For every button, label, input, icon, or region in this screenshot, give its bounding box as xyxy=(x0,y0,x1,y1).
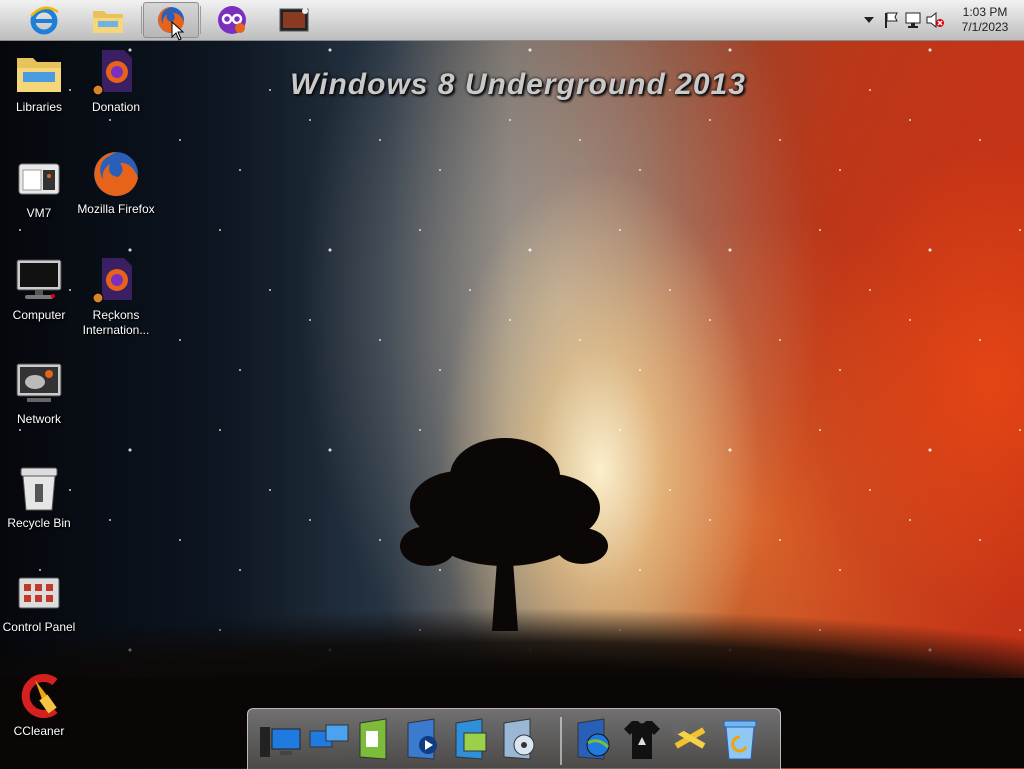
dock-separator xyxy=(560,717,562,765)
system-tray: 1:03 PM 7/1/2023 xyxy=(858,0,1024,40)
pictures-icon xyxy=(455,718,487,760)
desktop-icon-label: Reckons Internation... xyxy=(82,308,150,337)
desktop-icon-label: Donation xyxy=(91,100,141,114)
dock-music[interactable] xyxy=(402,713,446,765)
taskbar-separator xyxy=(141,6,142,34)
recycle-bin-icon xyxy=(723,720,757,760)
folder-icon xyxy=(93,11,123,33)
starfield xyxy=(0,0,1024,768)
ie-icon xyxy=(30,6,59,35)
tree-silhouette xyxy=(400,438,608,631)
network-icon[interactable] xyxy=(902,9,924,31)
mouse-cursor-icon xyxy=(171,21,185,41)
clock-date: 7/1/2023 xyxy=(961,20,1009,34)
desktop-icon-libraries[interactable]: Libraries xyxy=(0,48,78,115)
taskbar-separator xyxy=(200,6,201,34)
desktop-icon-label: Recycle Bin xyxy=(7,516,71,530)
dock xyxy=(247,708,781,769)
dock-network[interactable] xyxy=(308,713,352,765)
media-icon xyxy=(279,8,309,32)
documents-icon xyxy=(359,718,387,760)
network-icon xyxy=(309,724,349,755)
clock-time: 1:03 PM xyxy=(962,5,1008,19)
desktop-icon-label: Network xyxy=(16,412,61,426)
dock-recycle-bin[interactable] xyxy=(718,713,762,765)
desktop-icon-donation[interactable]: Donation xyxy=(77,48,155,115)
desktop-icon-mozilla-firefox[interactable]: Mozilla Firefox xyxy=(77,150,155,217)
taskbar-media-player[interactable] xyxy=(266,2,322,38)
wallpaper-brand-text: Windows 8 Underground 2013 xyxy=(290,68,746,101)
dock-globe[interactable] xyxy=(572,713,616,765)
taskbar: 1:03 PM 7/1/2023 xyxy=(0,0,1024,41)
desktop-icon-label: Libraries xyxy=(15,100,63,114)
desktop-icon-label: Computer xyxy=(12,308,66,322)
dock-shirt[interactable] xyxy=(620,713,664,765)
desktop-icon-vm7[interactable]: VM7 xyxy=(0,154,78,221)
taskbar-file-explorer[interactable] xyxy=(80,2,136,38)
taskbar-purple-app[interactable] xyxy=(204,2,260,38)
tools-icon xyxy=(670,722,706,749)
ccleaner-icon xyxy=(15,672,63,720)
libraries-icon xyxy=(15,48,63,96)
desktop-icon-control-panel[interactable]: Control Panel xyxy=(0,568,78,635)
purple-app-icon xyxy=(218,6,246,34)
computer-icon xyxy=(15,256,63,304)
dock-disc[interactable] xyxy=(498,713,542,765)
vm-icon xyxy=(15,154,63,202)
desktop-icon-computer[interactable]: Computer xyxy=(0,256,78,323)
disc-icon xyxy=(503,718,535,760)
flag-icon[interactable] xyxy=(880,9,902,31)
shirt-icon xyxy=(624,721,660,759)
dock-tools[interactable] xyxy=(668,713,712,765)
firefox-doc-icon xyxy=(92,256,140,304)
taskbar-internet-explorer[interactable] xyxy=(16,2,72,38)
volume-muted-icon[interactable] xyxy=(924,9,946,31)
firefox-icon xyxy=(92,150,140,198)
dock-pictures[interactable] xyxy=(450,713,494,765)
clock[interactable]: 1:03 PM 7/1/2023 xyxy=(946,5,1024,35)
desktop-icon-reckons[interactable]: Reckons Internation... xyxy=(77,256,155,338)
music-icon xyxy=(407,718,437,760)
firefox-doc-icon xyxy=(92,48,140,96)
desktop-icon-ccleaner[interactable]: CCleaner xyxy=(0,672,78,739)
dock-documents[interactable] xyxy=(354,713,398,765)
desktop-icon-network[interactable]: Network xyxy=(0,360,78,427)
control-panel-icon xyxy=(15,568,63,616)
desktop-icon-label: Mozilla Firefox xyxy=(77,202,155,216)
arrow-up-icon[interactable] xyxy=(858,9,880,31)
desktop-icon-label: VM7 xyxy=(26,206,52,220)
desktop-icon-label: CCleaner xyxy=(13,724,65,738)
computer-icon xyxy=(260,727,301,757)
network-icon xyxy=(15,360,63,408)
recycle-bin-icon xyxy=(15,464,63,512)
dock-computer[interactable] xyxy=(258,713,302,765)
desktop-icon-label: Control Panel xyxy=(2,620,76,634)
desktop-icon-recycle-bin[interactable]: Recycle Bin xyxy=(0,464,78,531)
globe-icon xyxy=(577,718,610,760)
